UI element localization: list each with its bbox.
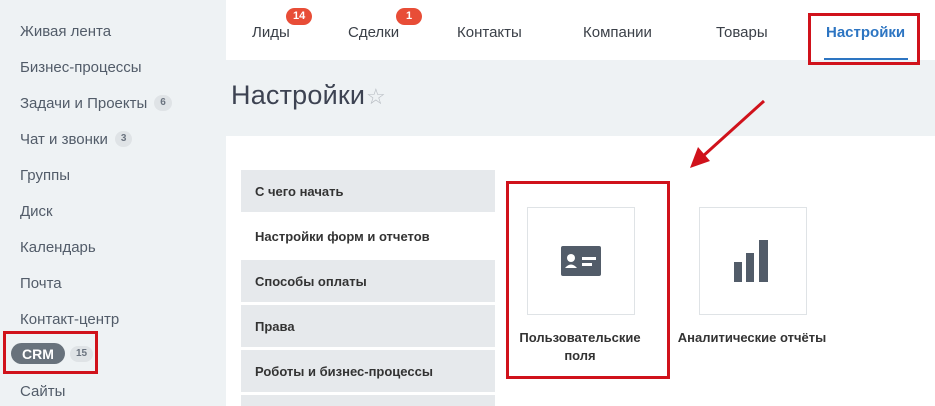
counter-badge: 3 xyxy=(114,131,133,147)
menu-item-label: Настройки форм и отчетов xyxy=(255,228,430,244)
settings-menu-item-permissions[interactable]: Права xyxy=(241,305,495,347)
custom-fields-label: Пользовательские поля xyxy=(519,330,641,363)
sidebar-item-disk[interactable]: Диск xyxy=(20,199,53,223)
tab-contacts[interactable]: Контакты xyxy=(457,22,522,44)
menu-item-label: С чего начать xyxy=(255,183,344,199)
tab-deals[interactable]: Сделки 1 xyxy=(348,8,422,44)
sidebar-item-label: Календарь xyxy=(20,238,96,256)
settings-menu-item-forms-reports[interactable]: Настройки форм и отчетов xyxy=(241,215,495,257)
tab-leads[interactable]: Лиды 14 xyxy=(252,8,313,44)
analytics-reports-label: Аналитические отчёты xyxy=(677,330,827,345)
sidebar-item-label: Группы xyxy=(20,166,70,184)
menu-item-label: Способы оплаты xyxy=(255,273,367,289)
settings-content: С чего начать Настройки форм и отчетов С… xyxy=(226,136,935,406)
settings-menu-item-payment-methods[interactable]: Способы оплаты xyxy=(241,260,495,302)
notification-badge: 1 xyxy=(396,8,422,25)
sidebar-item-label: CRM xyxy=(22,345,54,362)
sidebar-item-mail[interactable]: Почта xyxy=(20,271,62,295)
analytics-reports-tile[interactable] xyxy=(699,207,807,315)
tab-label: Контакты xyxy=(457,24,522,41)
tab-settings[interactable]: Настройки xyxy=(826,22,905,44)
sidebar-item-calendar[interactable]: Календарь xyxy=(20,235,96,259)
sidebar-item-label: Диск xyxy=(20,202,53,220)
tab-label: Настройки xyxy=(826,24,906,41)
notification-badge: 14 xyxy=(286,8,313,25)
sidebar-item-label: Задачи и Проекты xyxy=(20,94,148,112)
sidebar-item-label: Живая лента xyxy=(20,22,112,40)
tab-label: Товары xyxy=(716,24,768,41)
menu-item-label: Права xyxy=(255,318,295,334)
sidebar-item-label: Сайты xyxy=(20,382,66,400)
star-icon[interactable]: ☆ xyxy=(366,84,386,110)
sidebar-item-tasks[interactable]: Задачи и Проекты 6 xyxy=(20,91,172,115)
tab-label: Лиды xyxy=(252,24,290,41)
sidebar-item-label: Бизнес-процессы xyxy=(20,58,142,76)
sidebar-item-label: Контакт-центр xyxy=(20,310,120,328)
sidebar-item-label: Чат и звонки xyxy=(20,130,108,148)
sidebar-item-contact-center[interactable]: Контакт-центр xyxy=(20,307,119,331)
left-sidebar: Живая лента Бизнес-процессы Задачи и Про… xyxy=(0,0,226,406)
crm-highlight-frame: CRM 15 xyxy=(3,331,98,374)
id-card-icon xyxy=(561,246,601,276)
tab-label: Сделки xyxy=(348,24,400,41)
crm-top-nav: Лиды 14 Сделки 1 Контакты Компании Товар… xyxy=(226,0,935,65)
active-tab-underline xyxy=(824,58,908,60)
sidebar-item-live-feed[interactable]: Живая лента xyxy=(20,19,111,43)
tab-companies[interactable]: Компании xyxy=(583,22,652,44)
sidebar-item-chat[interactable]: Чат и звонки 3 xyxy=(20,127,133,151)
sidebar-item-business-processes[interactable]: Бизнес-процессы xyxy=(20,55,142,79)
page-title: Настройки xyxy=(231,80,366,110)
custom-fields-tile[interactable] xyxy=(527,207,635,315)
sidebar-item-label: Почта xyxy=(20,274,62,292)
settings-menu-item-getting-started[interactable]: С чего начать xyxy=(241,170,495,212)
sidebar-item-sites[interactable]: Сайты xyxy=(20,379,65,403)
tab-label: Компании xyxy=(583,24,652,41)
sidebar-item-crm[interactable]: CRM xyxy=(11,343,65,364)
bar-chart-icon xyxy=(734,240,768,282)
settings-menu-item-robots[interactable]: Роботы и бизнес-процессы xyxy=(241,350,495,392)
sidebar-item-groups[interactable]: Группы xyxy=(20,163,70,187)
menu-item-label: Роботы и бизнес-процессы xyxy=(255,363,433,379)
tab-products[interactable]: Товары xyxy=(716,22,768,44)
counter-badge: 15 xyxy=(70,346,94,362)
counter-badge: 6 xyxy=(154,95,172,111)
settings-menu-item-partial[interactable] xyxy=(241,395,495,406)
annotation-arrow xyxy=(690,99,766,168)
